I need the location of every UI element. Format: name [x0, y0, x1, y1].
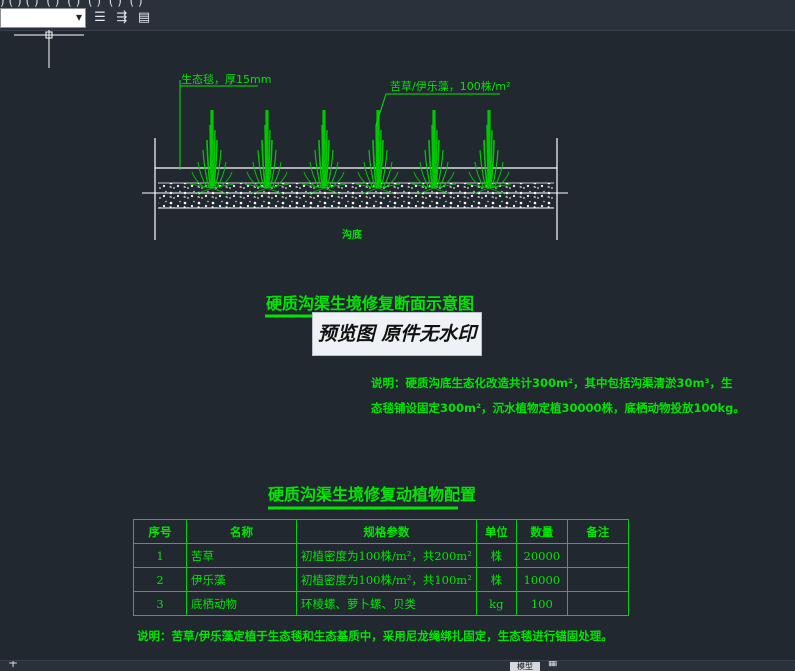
plant-clump: [466, 110, 512, 195]
cell-quantity: 100: [515, 591, 568, 616]
cell-index: 2: [133, 567, 187, 592]
cell-remark: [566, 591, 629, 616]
table-header-row: 序号 名称 规格参数 单位 数量 备注: [133, 519, 629, 544]
watermark-badge: 预览图 原件无水印: [312, 312, 482, 356]
plus-icon[interactable]: +: [8, 661, 18, 670]
plant-clump: [189, 110, 235, 195]
cell-name: 底栖动物: [186, 591, 297, 616]
cell-spec: 初植密度为100株/m²，共100m²: [296, 567, 477, 592]
cell-remark: [566, 567, 629, 592]
cell-name: 苦草: [186, 543, 297, 568]
cell-index: 1: [133, 543, 187, 568]
table-row: 1 苦草 初植密度为100株/m²，共200m² 株 20000: [133, 543, 629, 568]
cell-index: 3: [133, 591, 187, 616]
submerged-plants: [189, 110, 512, 195]
table-note: 说明：苦草/伊乐藻定植于生态毯和生态基质中，采用尼龙绳绑扎固定，生态毯进行锚固处…: [137, 629, 613, 643]
cell-unit: kg: [475, 591, 517, 616]
plant-clump: [244, 110, 290, 195]
grid-icon[interactable]: ▦: [548, 661, 557, 668]
section-note-line2: 态毯铺设固定300m²，沉水植物定植30000株，底栖动物投放100kg。: [371, 401, 745, 415]
cell-unit: 株: [475, 543, 517, 568]
cell-name: 伊乐藻: [186, 567, 297, 592]
cell-spec: 环棱螺、萝卜螺、贝类: [296, 591, 477, 616]
config-table: 序号 名称 规格参数 单位 数量 备注 1 苦草 初植密度为100株/m²，共2…: [133, 519, 629, 616]
table-row: 3 底栖动物 环棱螺、萝卜螺、贝类 kg 100: [133, 591, 629, 616]
plant-clump: [301, 110, 347, 195]
header-name: 名称: [186, 519, 297, 544]
table-row: 2 伊乐藻 初植密度为100株/m²，共100m² 株 10000: [133, 567, 629, 592]
leader-plants: [375, 93, 500, 126]
label-plants: 苦草/伊乐藻，100株/m²: [390, 79, 511, 93]
cell-unit: 株: [475, 567, 517, 592]
section-title: 硬质沟渠生境修复断面示意图: [266, 294, 474, 313]
header-spec: 规格参数: [296, 519, 477, 544]
label-eco-mat: 生态毯，厚15mm: [181, 72, 271, 86]
cell-quantity: 10000: [515, 567, 568, 592]
plant-clump: [411, 110, 457, 195]
cell-spec: 初植密度为100株/m²，共200m²: [296, 543, 477, 568]
header-unit: 单位: [475, 519, 517, 544]
section-drawing: [142, 80, 568, 240]
plant-clump: [355, 110, 401, 195]
table-title: 硬质沟渠生境修复动植物配置: [268, 485, 476, 504]
cell-quantity: 20000: [515, 543, 568, 568]
header-quantity: 数量: [515, 519, 568, 544]
status-bar: + 模型 ▦: [0, 660, 795, 671]
cell-remark: [566, 543, 629, 568]
label-channel-bottom: 沟底: [342, 228, 362, 241]
header-remark: 备注: [566, 519, 629, 544]
header-index: 序号: [133, 519, 187, 544]
section-note-line1: 说明：硬质沟底生态化改造共计300m²，其中包括沟渠清淤30m³，生: [371, 376, 733, 390]
